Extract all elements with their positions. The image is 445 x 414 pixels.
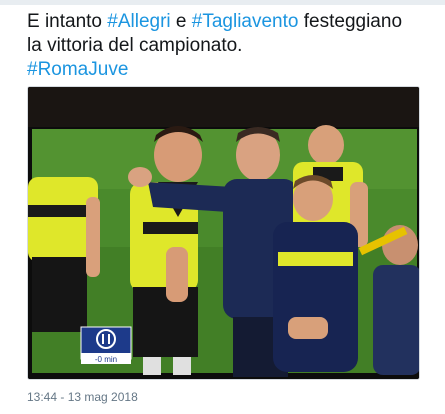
broadcast-clock-badge: -0 min: [80, 326, 132, 364]
photo-scene: -0 min: [28, 87, 419, 379]
hashtag-tagliavento-link[interactable]: #Tagliavento: [192, 11, 299, 32]
tweet-text-prefix: E intanto: [27, 11, 108, 32]
top-divider: [0, 0, 445, 5]
tweet-text-suffix: festeggiano: [298, 11, 403, 32]
tweet-line-1: E intanto #Allegri e #Tagliavento festeg…: [27, 10, 432, 34]
broadcast-time-label: -0 min: [95, 355, 117, 364]
hashtag-allegri-link[interactable]: #Allegri: [107, 11, 170, 32]
tweet-text-middle: e: [170, 11, 192, 32]
tweet-timestamp-link[interactable]: 13:44 - 13 mag 2018: [27, 390, 138, 404]
tweet-photo[interactable]: -0 min: [27, 86, 420, 380]
hashtag-romajuve-link[interactable]: #RomaJuve: [27, 58, 432, 82]
tweet-text: E intanto #Allegri e #Tagliavento festeg…: [27, 10, 432, 82]
tweet-line-2: la vittoria del campionato.: [27, 35, 243, 56]
